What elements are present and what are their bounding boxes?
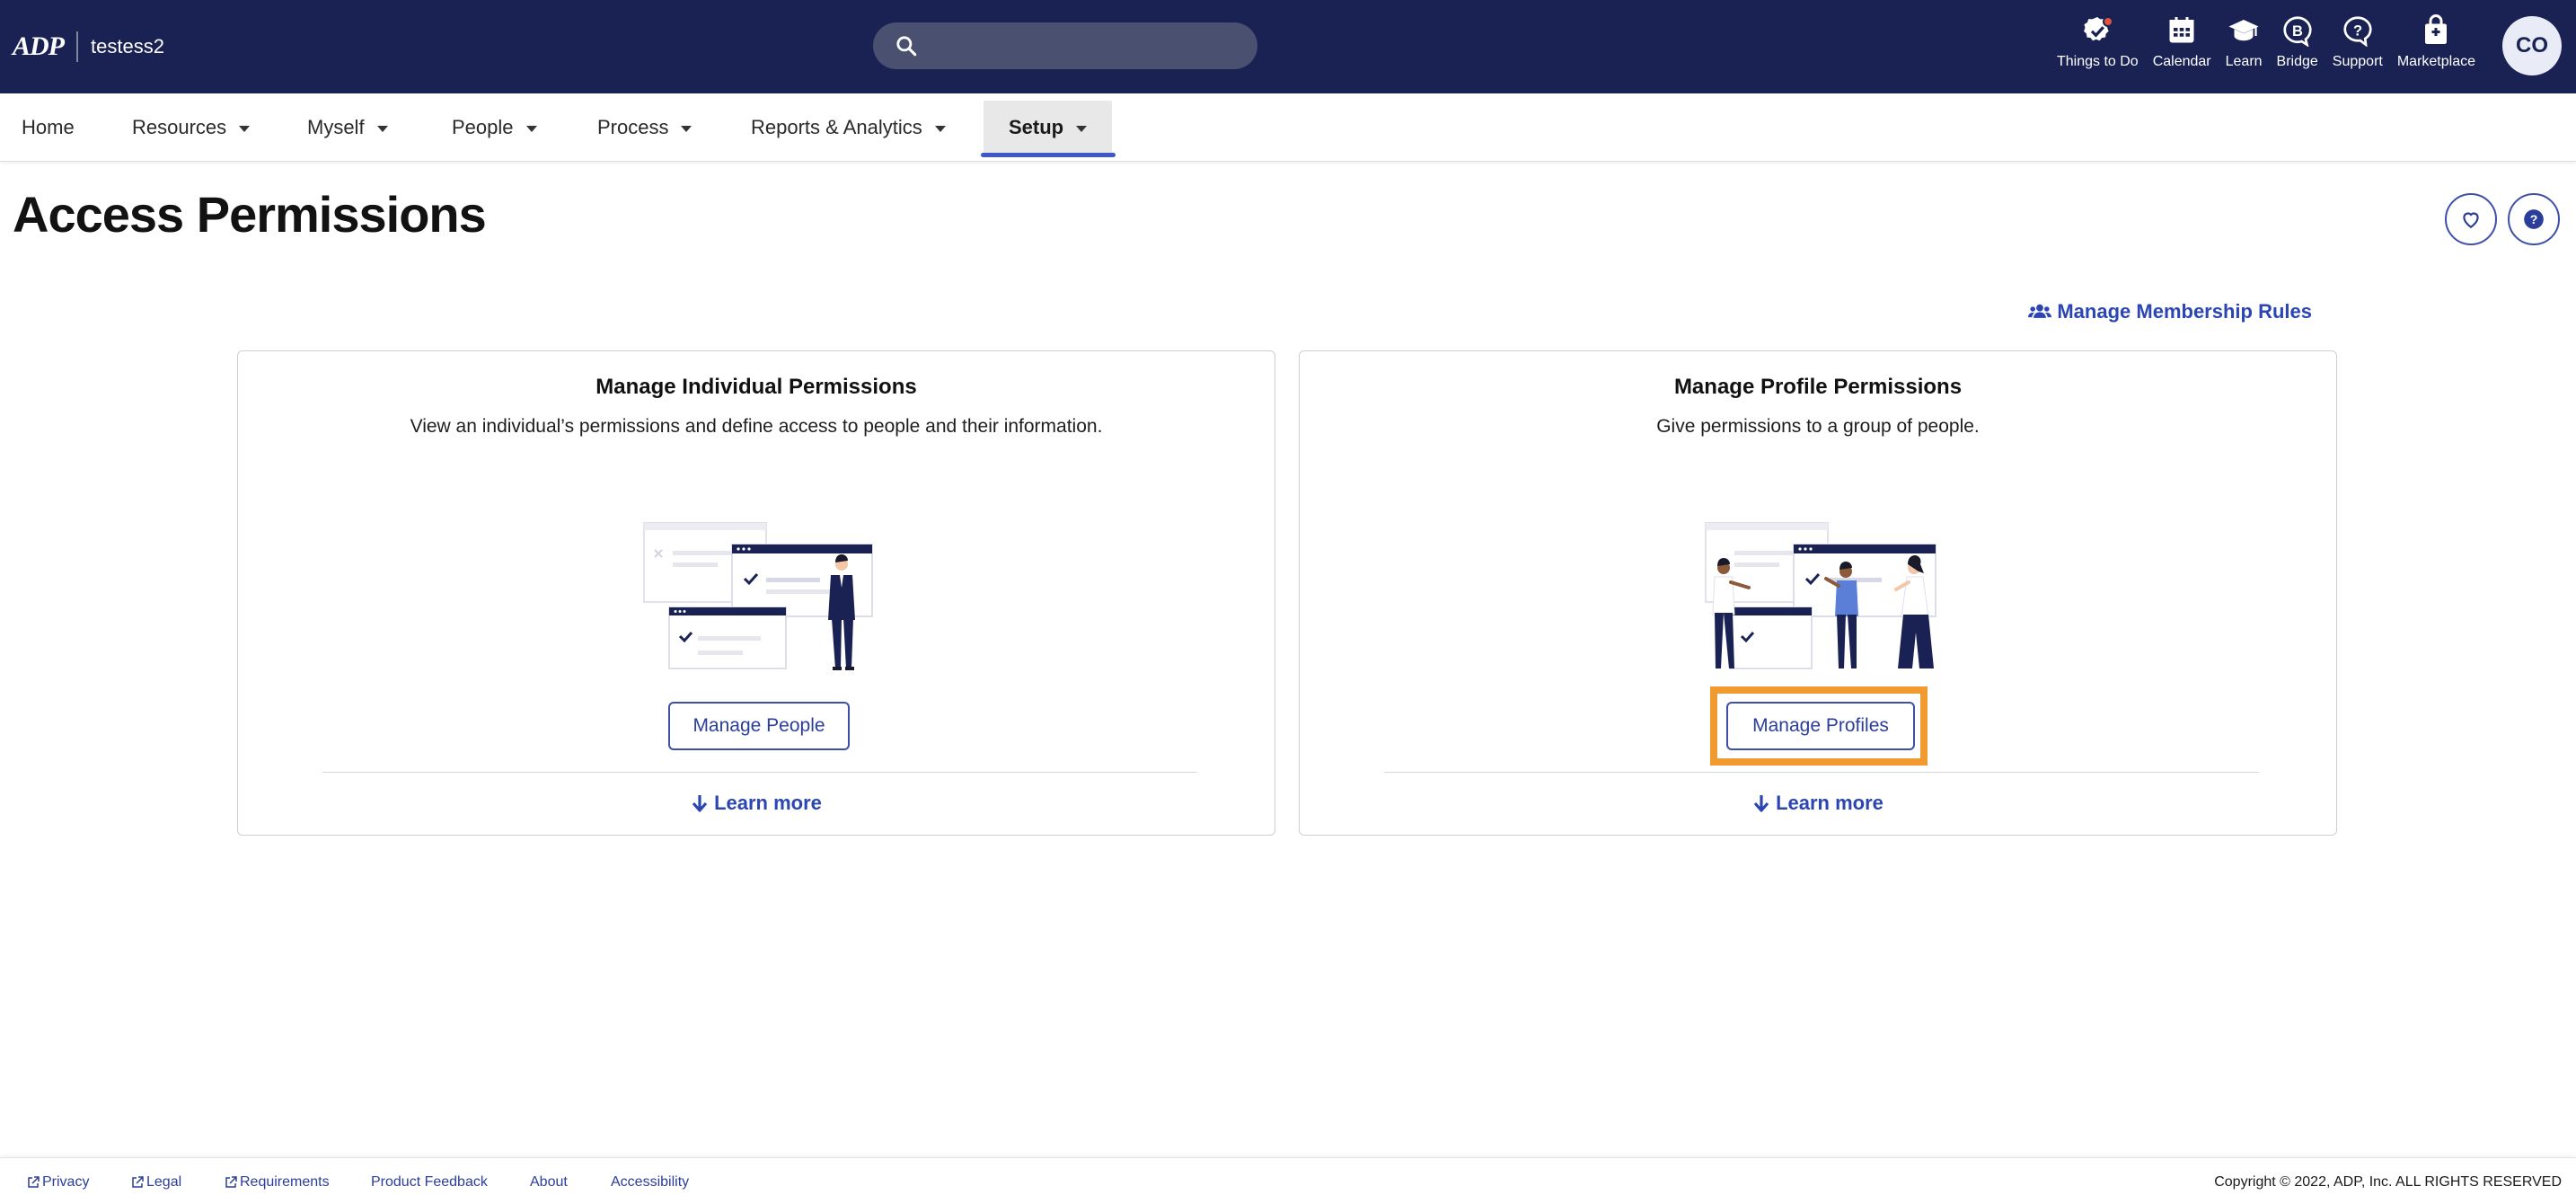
nav-reports-label: Reports & Analytics bbox=[751, 116, 922, 138]
nav-home-label: Home bbox=[22, 116, 75, 138]
things-to-do-button[interactable]: Things to Do bbox=[2050, 14, 2146, 77]
footer-privacy-label: Privacy bbox=[42, 1174, 90, 1190]
card-description: Give permissions to a group of people. bbox=[1656, 416, 1980, 437]
user-avatar[interactable]: CO bbox=[2502, 16, 2562, 75]
nav-process[interactable]: Process bbox=[597, 93, 693, 162]
company-name: testess2 bbox=[91, 35, 164, 58]
adp-logo: ADP bbox=[13, 31, 65, 61]
active-tab-indicator bbox=[981, 153, 1116, 157]
search-icon bbox=[896, 36, 917, 57]
support-button[interactable]: ? Support bbox=[2325, 14, 2390, 77]
marketplace-button[interactable]: Marketplace bbox=[2390, 14, 2483, 77]
nav-myself[interactable]: Myself bbox=[307, 93, 388, 162]
top-icon-bar: Things to Do Calendar Learn B Bridge ? S… bbox=[2050, 14, 2483, 77]
caret-down-icon bbox=[525, 125, 537, 132]
footer-accessibility-link[interactable]: Accessibility bbox=[611, 1174, 689, 1191]
marketplace-label: Marketplace bbox=[2396, 54, 2475, 69]
search-input[interactable] bbox=[931, 35, 1236, 57]
card-description: View an individual’s permissions and def… bbox=[410, 416, 1103, 437]
things-to-do-label: Things to Do bbox=[2056, 54, 2139, 69]
nav-home[interactable]: Home bbox=[22, 93, 75, 162]
search-bar[interactable] bbox=[873, 22, 1257, 69]
favorite-button[interactable] bbox=[2445, 193, 2497, 245]
footer-about-label: About bbox=[530, 1174, 568, 1190]
nav-people-label: People bbox=[452, 116, 514, 138]
caret-down-icon bbox=[1076, 125, 1088, 132]
footer: Privacy Legal Requirements Product Feedb… bbox=[0, 1157, 2576, 1204]
heart-icon bbox=[2463, 212, 2479, 228]
footer-feedback-label: Product Feedback bbox=[371, 1174, 488, 1190]
caret-down-icon bbox=[376, 125, 388, 132]
page-title: Access Permissions bbox=[13, 186, 487, 243]
highlight-box bbox=[1710, 686, 1928, 766]
footer-product-feedback-link[interactable]: Product Feedback bbox=[371, 1174, 488, 1191]
caret-down-icon bbox=[239, 125, 251, 132]
copyright-text: Copyright © 2022, ADP, Inc. ALL RIGHTS R… bbox=[2214, 1174, 2562, 1190]
svg-text:B: B bbox=[2292, 23, 2303, 40]
question-bubble-icon: ? bbox=[2343, 16, 2372, 47]
learn-button[interactable]: Learn bbox=[2219, 14, 2270, 77]
card-title: Manage Profile Permissions bbox=[1673, 375, 1963, 399]
manage-membership-rules-link[interactable]: Manage Membership Rules bbox=[2028, 300, 2312, 323]
footer-accessibility-label: Accessibility bbox=[611, 1174, 690, 1190]
help-button[interactable]: ? bbox=[2508, 193, 2560, 245]
footer-legal-link[interactable]: Legal bbox=[131, 1174, 181, 1191]
caret-down-icon bbox=[934, 125, 946, 132]
arrow-down-icon bbox=[692, 795, 708, 812]
individual-permissions-illustration bbox=[643, 522, 873, 670]
svg-text:?: ? bbox=[2353, 22, 2362, 39]
nav-resources[interactable]: Resources bbox=[132, 93, 251, 162]
manage-membership-rules-label: Manage Membership Rules bbox=[2057, 300, 2312, 323]
calendar-button[interactable]: Calendar bbox=[2146, 14, 2219, 77]
footer-requirements-link[interactable]: Requirements bbox=[225, 1174, 330, 1191]
shopping-bag-icon bbox=[2425, 14, 2448, 44]
main-nav: Home Resources Myself People Process Rep… bbox=[0, 93, 2576, 162]
nav-process-label: Process bbox=[597, 116, 669, 138]
graduation-cap-icon bbox=[2228, 20, 2259, 41]
svg-text:?: ? bbox=[2530, 212, 2538, 226]
footer-about-link[interactable]: About bbox=[530, 1174, 568, 1191]
support-label: Support bbox=[2332, 54, 2383, 69]
footer-legal-label: Legal bbox=[146, 1174, 182, 1190]
brand-separator bbox=[76, 31, 78, 62]
bridge-label: Bridge bbox=[2276, 54, 2318, 69]
learn-more-link[interactable]: Learn more bbox=[238, 792, 1275, 815]
learn-label: Learn bbox=[2225, 54, 2263, 69]
nav-people[interactable]: People bbox=[452, 93, 537, 162]
brand[interactable]: ADP testess2 bbox=[13, 29, 164, 65]
learn-more-link[interactable]: Learn more bbox=[1300, 792, 2336, 815]
nav-setup-label: Setup bbox=[1009, 116, 1064, 138]
external-link-icon bbox=[28, 1176, 40, 1188]
card-divider bbox=[1384, 772, 2259, 773]
bridge-icon: B bbox=[2283, 16, 2312, 47]
external-link-icon bbox=[132, 1176, 144, 1188]
calendar-icon bbox=[2169, 17, 2194, 43]
nav-setup[interactable]: Setup bbox=[984, 101, 1113, 155]
card-title: Manage Individual Permissions bbox=[595, 375, 917, 399]
top-header: ADP testess2 Things to Do Calendar Learn… bbox=[0, 0, 2576, 93]
arrow-down-icon bbox=[1753, 795, 1769, 812]
calendar-label: Calendar bbox=[2152, 54, 2211, 69]
bridge-button[interactable]: B Bridge bbox=[2270, 14, 2325, 77]
users-icon bbox=[2028, 304, 2052, 318]
help-icon: ? bbox=[2524, 209, 2544, 229]
nav-myself-label: Myself bbox=[307, 116, 365, 138]
nav-reports-analytics[interactable]: Reports & Analytics bbox=[751, 93, 946, 162]
nav-resources-label: Resources bbox=[132, 116, 227, 138]
learn-more-label: Learn more bbox=[1776, 792, 1883, 814]
profile-permissions-illustration bbox=[1705, 522, 1936, 669]
learn-more-label: Learn more bbox=[714, 792, 822, 814]
card-divider bbox=[322, 772, 1197, 773]
caret-down-icon bbox=[681, 125, 693, 132]
individual-permissions-card: Manage Individual Permissions View an in… bbox=[237, 350, 1275, 836]
footer-requirements-label: Requirements bbox=[240, 1174, 330, 1190]
external-link-icon bbox=[225, 1176, 237, 1188]
footer-privacy-link[interactable]: Privacy bbox=[27, 1174, 89, 1191]
manage-people-button[interactable]: Manage People bbox=[668, 702, 850, 750]
